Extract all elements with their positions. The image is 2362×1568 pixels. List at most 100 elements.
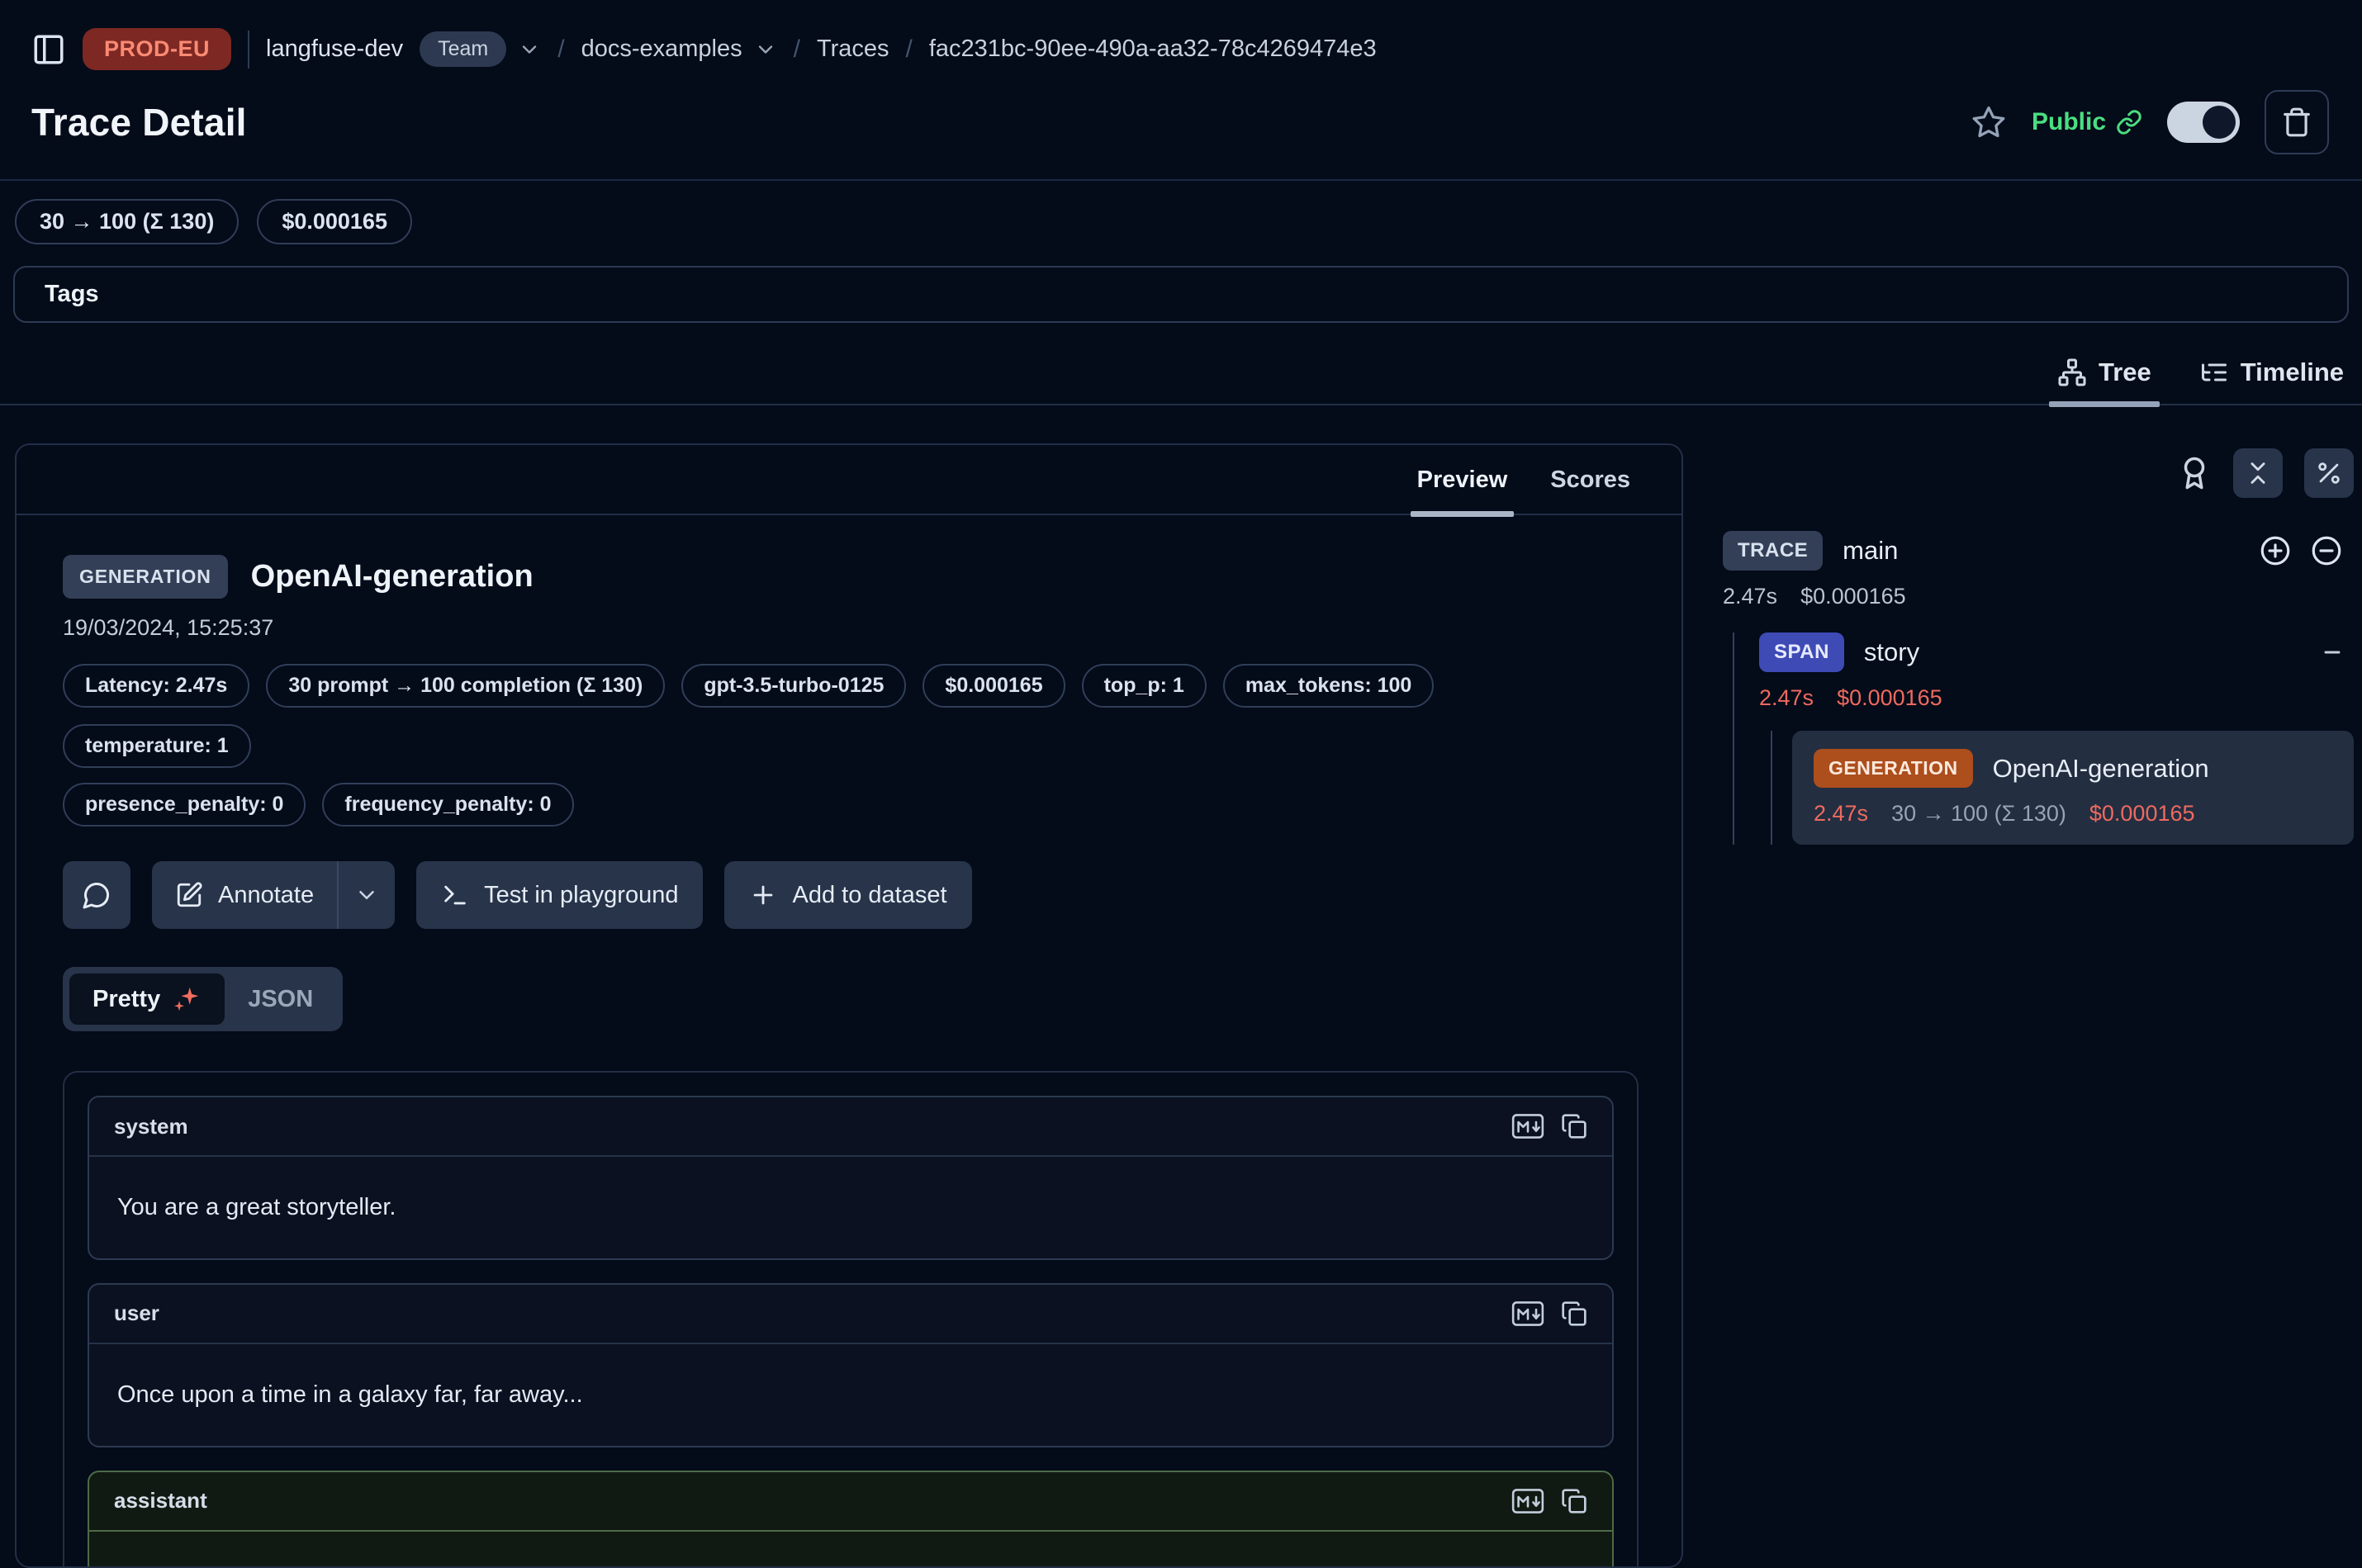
- project-switcher-chevron-icon[interactable]: [754, 38, 777, 61]
- sparkles-icon: [172, 984, 202, 1014]
- copy-icon: [1561, 1113, 1587, 1139]
- markdown-icon: [1511, 1300, 1544, 1328]
- comment-icon: [82, 880, 111, 910]
- observation-metrics-chips: Latency: 2.47s 30 prompt → 100 completio…: [63, 664, 1639, 768]
- environment-badge[interactable]: PROD-EU: [83, 28, 231, 70]
- tree-node-span[interactable]: SPAN story: [1759, 632, 2354, 672]
- copy-button[interactable]: [1561, 1113, 1587, 1139]
- temperature-chip[interactable]: temperature: 1: [63, 724, 251, 768]
- public-link[interactable]: Public: [2032, 108, 2142, 136]
- trace-detail-page: PROD-EU langfuse-dev Team / docs-example…: [0, 0, 2362, 1568]
- link-icon: [2116, 109, 2142, 135]
- observation-type-badge: GENERATION: [63, 555, 228, 599]
- tree-zoom-controls: [2258, 533, 2354, 568]
- comment-button[interactable]: [63, 861, 130, 929]
- observation-timestamp: 19/03/2024, 15:25:37: [63, 615, 1639, 641]
- public-toggle[interactable]: [2167, 102, 2240, 143]
- span-children: GENERATION OpenAI-generation 2.47s 30 → …: [1771, 731, 2354, 845]
- panel-tabs: Preview Scores: [17, 445, 1681, 515]
- markdown-toggle-button[interactable]: [1511, 1300, 1544, 1328]
- observation-detail: GENERATION OpenAI-generation 19/03/2024,…: [17, 515, 1681, 1568]
- test-in-playground-button[interactable]: Test in playground: [416, 861, 703, 929]
- message-header: user: [89, 1285, 1612, 1344]
- generation-metrics: 2.47s 30 → 100 (Σ 130) $0.000165: [1814, 801, 2332, 827]
- assistant-paragraph: There existed a majestic planet called L…: [117, 1563, 1584, 1568]
- trace-tree-panel: TRACE main 2.47s: [1723, 443, 2362, 845]
- generation-badge: GENERATION: [1814, 749, 1973, 788]
- cost-pill[interactable]: $0.000165: [257, 199, 412, 244]
- show-percentages-button[interactable]: [2304, 448, 2354, 498]
- message-card-assistant: assistant: [88, 1471, 1614, 1568]
- annotate-button[interactable]: Annotate: [152, 861, 337, 929]
- copy-button[interactable]: [1561, 1488, 1587, 1514]
- breadcrumb-divider: [248, 31, 249, 69]
- sidebar-toggle-button[interactable]: [31, 32, 66, 67]
- latency-chip[interactable]: Latency: 2.47s: [63, 664, 249, 708]
- expand-all-button[interactable]: [2258, 533, 2293, 568]
- breadcrumb-traces[interactable]: Traces: [817, 36, 889, 63]
- scores-award-button[interactable]: [2177, 456, 2212, 490]
- breadcrumb-org[interactable]: langfuse-dev: [266, 36, 403, 63]
- message-content: You are a great storyteller.: [89, 1157, 1612, 1258]
- frequency-penalty-chip[interactable]: frequency_penalty: 0: [322, 783, 573, 827]
- markdown-toggle-button[interactable]: [1511, 1112, 1544, 1140]
- title-actions: Public: [1971, 90, 2329, 154]
- json-toggle-button[interactable]: JSON: [225, 975, 336, 1024]
- bookmark-star-button[interactable]: [1971, 104, 2007, 140]
- token-usage-pill[interactable]: 30 → 100 (Σ 130): [15, 199, 239, 244]
- title-row: Trace Detail Public: [31, 90, 2329, 154]
- chevron-down-icon: [354, 883, 379, 907]
- message-role: system: [114, 1114, 188, 1139]
- view-tabs: Tree Timeline: [0, 358, 2362, 405]
- annotate-split-button: Annotate: [152, 861, 395, 929]
- model-chip[interactable]: gpt-3.5-turbo-0125: [681, 664, 906, 708]
- copy-button[interactable]: [1561, 1300, 1587, 1327]
- minus-circle-icon: [2309, 533, 2344, 568]
- app-header: PROD-EU langfuse-dev Team / docs-example…: [0, 0, 2362, 154]
- tab-scores[interactable]: Scores: [1550, 467, 1630, 494]
- trace-children: SPAN story 2.47s $0.000165: [1733, 632, 2354, 845]
- trace-name: main: [1843, 536, 1898, 566]
- delete-trace-button[interactable]: [2265, 90, 2329, 154]
- trace-metrics: 2.47s $0.000165: [1723, 584, 2354, 609]
- tags-container[interactable]: Tags: [13, 266, 2349, 323]
- presence-penalty-chip[interactable]: presence_penalty: 0: [63, 783, 306, 827]
- annotate-dropdown-button[interactable]: [339, 861, 395, 929]
- generation-row: GENERATION OpenAI-generation: [1814, 749, 2332, 788]
- generation-latency: 2.47s: [1814, 801, 1868, 827]
- trash-icon: [2281, 107, 2312, 138]
- messages-container: system: [63, 1071, 1639, 1568]
- public-label: Public: [2032, 108, 2106, 136]
- cost-chip[interactable]: $0.000165: [923, 664, 1065, 708]
- edit-pen-icon: [175, 881, 203, 909]
- message-tools: [1511, 1300, 1587, 1328]
- tab-tree[interactable]: Tree: [2057, 358, 2151, 387]
- collapse-all-button[interactable]: [2233, 448, 2283, 498]
- message-content: There existed a majestic planet called L…: [89, 1532, 1612, 1568]
- token-usage-chip[interactable]: 30 prompt → 100 completion (Σ 130): [266, 664, 665, 708]
- collapse-node-button[interactable]: [2309, 533, 2344, 568]
- tree-node-trace[interactable]: TRACE main: [1723, 531, 2354, 571]
- toggle-knob: [2203, 106, 2236, 139]
- generation-name: OpenAI-generation: [1993, 754, 2209, 784]
- breadcrumb-project[interactable]: docs-examples: [581, 36, 742, 63]
- max-tokens-chip[interactable]: max_tokens: 100: [1223, 664, 1435, 708]
- org-plan-chip: Team: [420, 31, 506, 67]
- tab-preview[interactable]: Preview: [1417, 467, 1508, 494]
- page-title: Trace Detail: [31, 100, 247, 144]
- collapse-span-button[interactable]: [2319, 639, 2354, 666]
- main-content: Preview Scores GENERATION OpenAI-generat…: [0, 405, 2362, 1568]
- top-p-chip[interactable]: top_p: 1: [1082, 664, 1207, 708]
- tree-node-generation-selected[interactable]: GENERATION OpenAI-generation 2.47s 30 → …: [1792, 731, 2354, 845]
- tab-timeline[interactable]: Timeline: [2199, 358, 2344, 387]
- trace-summary-row: 30 → 100 (Σ 130) $0.000165: [0, 181, 2362, 244]
- terminal-icon: [441, 881, 469, 909]
- tab-timeline-label: Timeline: [2241, 358, 2344, 387]
- tree-toolbar: [1723, 448, 2354, 498]
- breadcrumb-slash: /: [557, 36, 564, 64]
- pretty-toggle-button[interactable]: Pretty: [69, 973, 225, 1025]
- add-to-dataset-button[interactable]: Add to dataset: [724, 861, 971, 929]
- org-switcher-chevron-icon[interactable]: [518, 38, 541, 61]
- markdown-toggle-button[interactable]: [1511, 1487, 1544, 1515]
- span-badge: SPAN: [1759, 632, 1844, 672]
